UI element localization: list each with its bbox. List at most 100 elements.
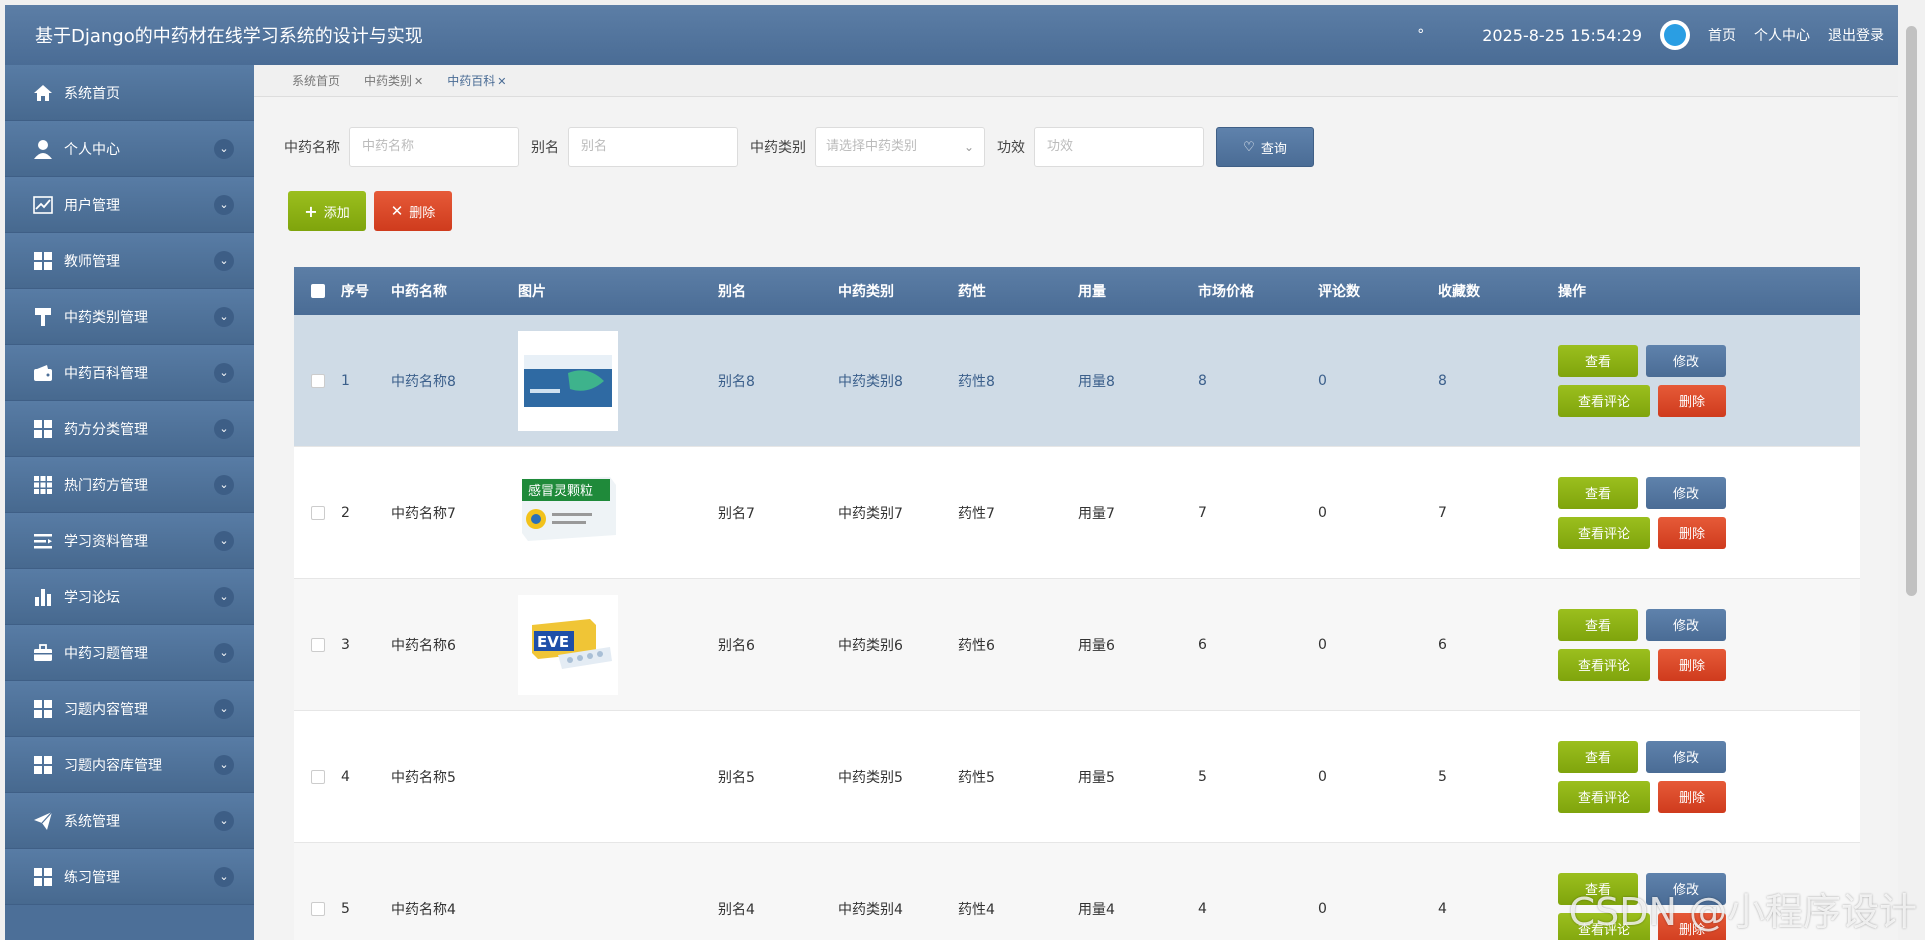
search-bar: 中药名称 中药名称 别名 别名 中药类别 请选择中药类别 ⌄ 功效 功效 ♡ 查… — [284, 127, 1314, 167]
alias-input[interactable]: 别名 — [568, 127, 738, 167]
select-all-checkbox[interactable] — [294, 284, 341, 298]
cell-nature: 药性8 — [958, 373, 995, 390]
row-delete-button[interactable]: 删除 — [1657, 780, 1726, 813]
cell-alias: 别名4 — [718, 901, 755, 918]
tab-category[interactable]: 中药类别 ✕ — [364, 72, 423, 89]
table-header: 序号 中药名称 图片 别名 中药类别 药性 用量 市场价格 评论数 收藏数 操作 — [294, 267, 1860, 315]
tab-home[interactable]: 系统首页 — [292, 72, 340, 89]
sidebar-item-13[interactable]: 系统管理 ⌄ — [5, 793, 254, 849]
sidebar-item-14[interactable]: 练习管理 ⌄ — [5, 849, 254, 905]
scrollbar[interactable] — [1898, 0, 1925, 940]
chevron-down-icon[interactable]: ⌄ — [214, 642, 234, 663]
scrollbar-thumb[interactable] — [1906, 26, 1917, 596]
chevron-down-icon[interactable]: ⌄ — [214, 250, 234, 271]
data-table: 序号 中药名称 图片 别名 中药类别 药性 用量 市场价格 评论数 收藏数 操作 1 中药名称8 别名8… — [294, 267, 1860, 940]
column-header: 评论数 — [1318, 284, 1360, 300]
close-icon: ✕ — [390, 202, 404, 220]
row-checkbox[interactable] — [294, 373, 341, 388]
medicine-image[interactable] — [518, 859, 618, 940]
chevron-down-icon[interactable]: ⌄ — [214, 474, 234, 495]
row-delete-button[interactable]: 删除 — [1657, 516, 1726, 549]
table-row[interactable]: 1 中药名称8 别名8 中药类别8 药性8 用量8 8 0 8 查看 修改 查看评论 删除 — [294, 315, 1860, 447]
sidebar-item-1[interactable]: 个人中心 ⌄ — [5, 121, 254, 177]
cell-price: 5 — [1198, 768, 1207, 785]
cell-alias: 别名7 — [718, 505, 755, 522]
sidebar-item-8[interactable]: 学习资料管理 ⌄ — [5, 513, 254, 569]
tab-encyclopedia[interactable]: 中药百科 ✕ — [447, 72, 506, 89]
toolbar: + 添加 ✕ 删除 — [288, 191, 452, 231]
view-button[interactable]: 查看 — [1558, 344, 1638, 377]
delete-button[interactable]: ✕ 删除 — [374, 191, 452, 231]
sidebar-item-2[interactable]: 用户管理 ⌄ — [5, 177, 254, 233]
close-icon[interactable]: ✕ — [414, 75, 423, 88]
sidebar-item-10[interactable]: 中药习题管理 ⌄ — [5, 625, 254, 681]
chevron-down-icon[interactable]: ⌄ — [214, 586, 234, 607]
row-delete-button[interactable]: 删除 — [1657, 384, 1726, 417]
grid-icon — [31, 698, 55, 720]
chevron-down-icon[interactable]: ⌄ — [214, 362, 234, 383]
row-checkbox[interactable] — [294, 769, 341, 784]
chevron-down-icon[interactable]: ⌄ — [214, 138, 234, 159]
sidebar-item-6[interactable]: 药方分类管理 ⌄ — [5, 401, 254, 457]
category-select[interactable]: 请选择中药类别 ⌄ — [815, 127, 985, 167]
medicine-image[interactable] — [518, 330, 618, 431]
view-comments-button[interactable]: 查看评论 — [1558, 516, 1650, 549]
chevron-down-icon[interactable]: ⌄ — [214, 754, 234, 775]
add-button[interactable]: + 添加 — [288, 191, 366, 231]
sidebar-item-12[interactable]: 习题内容库管理 ⌄ — [5, 737, 254, 793]
cell-image — [518, 330, 718, 431]
medicine-image[interactable]: EVE — [518, 594, 618, 695]
sidebar-item-label: 系统首页 — [64, 85, 120, 102]
edit-button[interactable]: 修改 — [1646, 344, 1726, 377]
close-icon[interactable]: ✕ — [497, 75, 506, 88]
header-mark: ° — [1417, 27, 1425, 43]
view-button[interactable]: 查看 — [1558, 608, 1638, 641]
sidebar-item-0[interactable]: 系统首页 — [5, 65, 254, 121]
cell-image — [518, 859, 718, 940]
main-content: 系统首页 中药类别 ✕ 中药百科 ✕ 中药名称 中药名称 别名 别名 中药类别 请选… — [254, 65, 1898, 940]
table-row[interactable]: 2 中药名称7 感冒灵颗粒 别名7 中药类别7 药性7 用量7 7 0 7 查看 修改 查看评论 删除 — [294, 447, 1860, 579]
table-row[interactable]: 3 中药名称6 EVE 别名6 中药类别6 药性6 用量6 6 0 6 查看 修改 查看评论 删除 — [294, 579, 1860, 711]
sidebar-item-3[interactable]: 教师管理 ⌄ — [5, 233, 254, 289]
chevron-down-icon[interactable]: ⌄ — [214, 698, 234, 719]
view-button[interactable]: 查看 — [1558, 740, 1638, 773]
home-link[interactable]: 首页 — [1708, 25, 1736, 45]
column-header: 药性 — [958, 284, 986, 300]
effect-input[interactable]: 功效 — [1034, 127, 1204, 167]
sidebar-item-7[interactable]: 热门药方管理 ⌄ — [5, 457, 254, 513]
edit-button[interactable]: 修改 — [1646, 476, 1726, 509]
edit-button[interactable]: 修改 — [1646, 740, 1726, 773]
row-delete-button[interactable]: 删除 — [1657, 648, 1726, 681]
cell-name: 中药名称4 — [391, 901, 456, 918]
table-row[interactable]: 4 中药名称5 别名5 中药类别5 药性5 用量5 5 0 5 查看 修改 查看评论 删除 — [294, 711, 1860, 843]
chevron-down-icon[interactable]: ⌄ — [214, 530, 234, 551]
edit-button[interactable]: 修改 — [1646, 608, 1726, 641]
medicine-image[interactable]: 感冒灵颗粒 — [518, 462, 618, 563]
effect-label: 功效 — [997, 140, 1025, 156]
sidebar-item-4[interactable]: 中药类别管理 ⌄ — [5, 289, 254, 345]
view-comments-button[interactable]: 查看评论 — [1558, 780, 1650, 813]
logout-link[interactable]: 退出登录 — [1828, 25, 1884, 45]
view-button[interactable]: 查看 — [1558, 476, 1638, 509]
view-comments-button[interactable]: 查看评论 — [1558, 384, 1650, 417]
avatar[interactable] — [1660, 20, 1690, 50]
sidebar-item-5[interactable]: 中药百科管理 ⌄ — [5, 345, 254, 401]
profile-link[interactable]: 个人中心 — [1754, 25, 1810, 45]
chevron-down-icon[interactable]: ⌄ — [214, 810, 234, 831]
sidebar-item-label: 习题内容库管理 — [64, 757, 162, 774]
row-checkbox[interactable] — [294, 637, 341, 652]
chevron-down-icon[interactable]: ⌄ — [214, 418, 234, 439]
row-checkbox[interactable] — [294, 901, 341, 916]
sidebar-item-9[interactable]: 学习论坛 ⌄ — [5, 569, 254, 625]
column-header: 市场价格 — [1198, 284, 1254, 300]
medicine-image[interactable] — [518, 727, 618, 827]
row-checkbox[interactable] — [294, 505, 341, 520]
grid-icon — [31, 250, 55, 272]
chevron-down-icon[interactable]: ⌄ — [214, 866, 234, 887]
name-input[interactable]: 中药名称 — [349, 127, 519, 167]
sidebar-item-11[interactable]: 习题内容管理 ⌄ — [5, 681, 254, 737]
chevron-down-icon[interactable]: ⌄ — [214, 306, 234, 327]
chevron-down-icon[interactable]: ⌄ — [214, 194, 234, 215]
query-button[interactable]: ♡ 查询 — [1216, 127, 1314, 167]
view-comments-button[interactable]: 查看评论 — [1558, 648, 1650, 681]
